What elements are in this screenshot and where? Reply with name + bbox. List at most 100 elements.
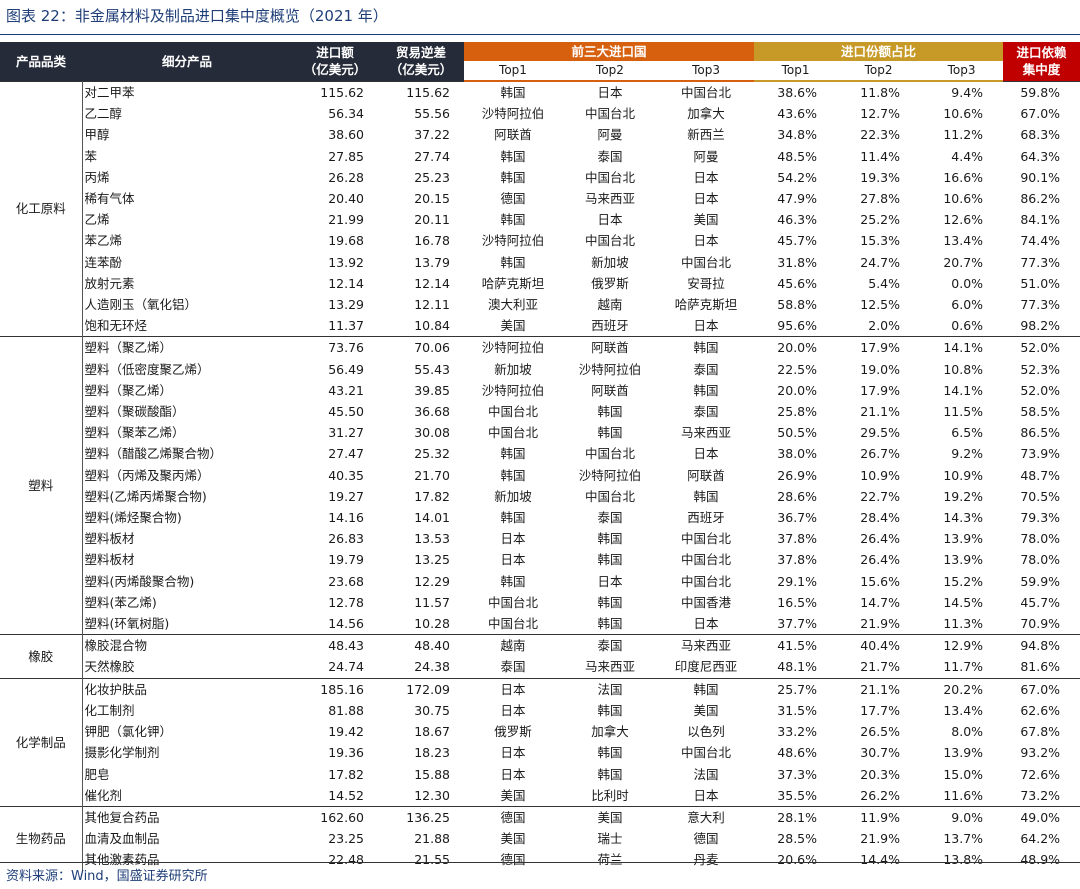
import-concentration-table: 产品品类 细分产品 进口额 （亿美元） 贸易逆差 （亿美元） 前三大进口国 进口… [0,42,1080,871]
share-top3-cell: 13.7% [943,831,984,847]
country-top1-cell: 韩国 [500,510,526,526]
share-top1-cell: 37.7% [777,616,818,632]
trade-deficit-cell: 30.75 [414,702,450,718]
dependency-cell: 67.8% [1020,724,1061,740]
share-top1-cell: 28.1% [754,805,838,829]
country-top2-cell: 马来西亚 [584,659,635,675]
share-top2-cell: 2.0% [868,318,901,334]
header-category: 产品品类 [0,42,82,81]
trade-deficit-cell: 12.11 [414,297,450,313]
country-top3-cell: 印度尼西亚 [674,659,738,675]
share-top3-cell: 10.8% [943,361,984,377]
country-top2-cell: 越南 [597,297,623,313]
share-top3-cell: 15.2% [943,573,984,589]
product-cell: 人造刚玉（氧化铝） [84,297,198,313]
country-top3-cell: 日本 [693,787,719,803]
import-amount-cell: 115.62 [292,80,378,104]
share-top2-cell: 26.4% [860,552,901,568]
table-row: 苯 27.85 27.74 韩国 泰国 阿曼 48.5% 11.4% 4.4% 64.3% [0,146,1080,167]
share-top1-cell: 38.6% [754,80,838,104]
trade-deficit-cell: 20.15 [414,191,450,207]
table-row: 苯乙烯 19.68 16.78 沙特阿拉伯 中国台北 日本 45.7% 15.3% 13.4% 7… [0,230,1080,251]
category-cell: 化工原料 [0,80,83,337]
country-top2-cell: 中国台北 [584,446,635,462]
header-country-top1: Top1 [464,61,562,82]
product-cell: 塑料（聚乙烯） [84,382,173,398]
share-top3-cell: 15.0% [943,766,984,782]
country-top2-cell: 马来西亚 [584,191,635,207]
import-amount-cell: 27.47 [328,446,364,462]
country-top1-cell: 韩国 [500,467,526,483]
dependency-cell: 68.3% [1020,127,1061,143]
country-top3-cell: 法国 [693,766,719,782]
import-amount-cell: 13.92 [328,254,364,270]
dependency-cell: 73.2% [1020,787,1061,803]
import-amount-cell: 12.14 [328,275,364,291]
share-top3-cell: 12.9% [920,634,1004,657]
trade-deficit-cell: 115.62 [378,80,464,104]
trade-deficit-cell: 39.85 [414,382,450,398]
table-row: 摄影化学制剂 19.36 18.23 日本 韩国 中国台北 48.6% 30.7% 13.9% 9… [0,742,1080,763]
share-top1-cell: 45.6% [777,275,818,291]
import-amount-cell: 17.82 [328,766,364,782]
share-top2-cell: 29.5% [860,425,901,441]
product-cell: 摄影化学制剂 [84,745,160,761]
share-top1-cell: 16.5% [777,594,818,610]
share-top3-cell: 20.7% [943,254,984,270]
import-amount-cell: 23.68 [328,573,364,589]
trade-deficit-cell: 13.79 [414,254,450,270]
country-top1-cell: 日本 [464,677,562,700]
share-top2-cell: 12.7% [860,106,901,122]
table-body: 化工原料 对二甲苯 115.62 115.62 韩国 日本 中国台北 38.6% 11.8% 9.… [0,80,1080,871]
share-top2-cell: 21.9% [860,616,901,632]
dependency-cell: 59.8% [1003,80,1080,104]
table-row: 肥皂 17.82 15.88 日本 韩国 法国 37.3% 20.3% 15.0% 72.6% [0,764,1080,785]
product-cell: 塑料（丙烯及聚丙烯） [84,467,210,483]
share-top2-cell: 26.2% [860,787,901,803]
trade-deficit-cell: 15.88 [414,766,450,782]
dependency-cell: 49.0% [1003,805,1080,829]
product-cell: 苯乙烯 [84,233,123,249]
table-row: 塑料（低密度聚乙烯） 56.49 55.43 新加坡 沙特阿拉伯 泰国 22.5% 19.0%… [0,359,1080,380]
share-top1-cell: 33.2% [777,724,818,740]
country-top3-cell: 美国 [693,702,719,718]
share-top1-cell: 47.9% [777,191,818,207]
share-top1-cell: 58.8% [777,297,818,313]
product-cell: 放射元素 [84,275,135,291]
country-top1-cell: 沙特阿拉伯 [481,382,545,398]
country-top2-cell: 日本 [597,212,623,228]
country-top2-cell: 新加坡 [591,254,629,270]
country-top2-cell: 法国 [562,677,658,700]
share-top2-cell: 11.9% [837,805,921,829]
import-amount-cell: 31.27 [328,425,364,441]
category-cell: 生物药品 [0,805,83,871]
table-row: 天然橡胶 24.74 24.38 泰国 马来西亚 印度尼西亚 48.1% 21.7% 11.7%… [0,656,1080,678]
trade-deficit-cell: 37.22 [414,127,450,143]
country-top2-cell: 韩国 [597,702,623,718]
share-top1-cell: 95.6% [777,318,818,334]
figure-title: 图表 22：非金属材料及制品进口集中度概览（2021 年） [6,7,388,25]
header-trade-deficit: 贸易逆差 （亿美元） [378,42,464,81]
share-top2-cell: 40.4% [837,634,921,657]
import-amount-cell: 40.35 [328,467,364,483]
share-top1-cell: 37.8% [777,552,818,568]
country-top1-cell: 日本 [500,531,526,547]
title-divider [0,34,1080,35]
product-cell: 天然橡胶 [84,659,135,675]
dependency-cell: 64.3% [1020,148,1061,164]
share-top3-cell: 19.2% [943,488,984,504]
import-amount-cell: 13.29 [328,297,364,313]
share-top1-cell: 29.1% [777,573,818,589]
import-amount-cell: 23.25 [328,831,364,847]
dependency-cell: 45.7% [1020,594,1061,610]
product-cell: 丙烯 [84,169,110,185]
trade-deficit-cell: 136.25 [378,805,464,829]
import-amount-cell: 26.83 [328,531,364,547]
country-top3-cell: 德国 [693,831,719,847]
table-row: 塑料(环氧树脂) 14.56 10.28 中国台北 韩国 日本 37.7% 21.9% 11.3… [0,613,1080,635]
product-cell: 肥皂 [84,766,110,782]
share-top3-cell: 9.4% [920,80,1004,104]
category-cell: 化学制品 [0,677,83,807]
table-row: 化学制品 化妆护肤品 185.16 172.09 日本 法国 韩国 25.7% 21.1% 20.… [0,677,1080,807]
header-dependency: 进口依赖 集中度 [1003,42,1080,81]
